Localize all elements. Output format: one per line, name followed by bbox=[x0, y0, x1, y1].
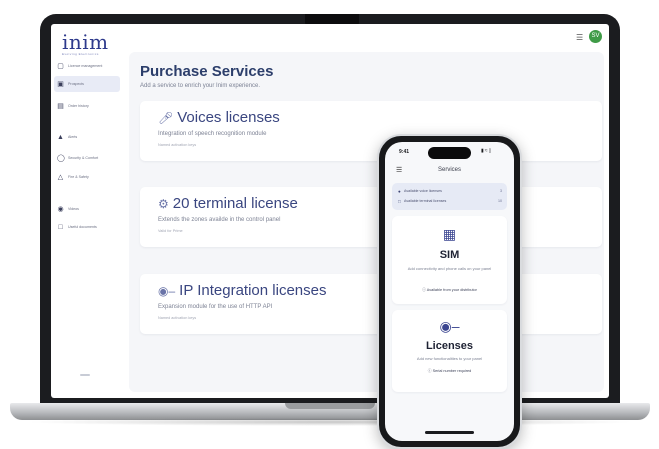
briefcase-icon: ▣ bbox=[57, 80, 64, 88]
available-count: 10 bbox=[498, 199, 502, 203]
card-note: Named activation keys bbox=[158, 143, 197, 147]
sim-card-icon: ▦ bbox=[442, 226, 457, 242]
home-indicator[interactable] bbox=[425, 431, 474, 434]
card-title: ◉– IP Integration licenses bbox=[158, 282, 326, 299]
avatar[interactable]: SV bbox=[589, 30, 602, 43]
shield-icon: ◯ bbox=[57, 154, 65, 162]
sidebar-item-licence-management[interactable]: ▢ Licence management bbox=[54, 58, 120, 74]
sidebar-item-useful-documents[interactable]: □ Useful documents bbox=[54, 219, 120, 235]
microphone-icon: 🎤︎ bbox=[158, 110, 174, 125]
card-note: Named activation keys bbox=[158, 316, 197, 320]
card-note: Valid for Prime bbox=[158, 229, 183, 233]
sidebar-item-label: Fire & Safety bbox=[68, 175, 89, 179]
card-description: Integration of speech recognition module bbox=[158, 131, 267, 137]
available-licenses-panel: ● Available voice licenses 3 □ Available… bbox=[392, 183, 507, 210]
sidebar-item-prospects[interactable]: ▣ Prospects bbox=[54, 76, 120, 92]
grid-menu-icon[interactable]: ☰ bbox=[576, 33, 583, 42]
available-count: 3 bbox=[500, 189, 502, 193]
card-title-text: Voices licenses bbox=[177, 109, 280, 126]
sidebar-item-label: Prospects bbox=[68, 82, 84, 86]
phone-card-note: ⓘ Serial number required bbox=[392, 369, 507, 374]
license-icon: ▢ bbox=[57, 62, 64, 70]
sidebar-item-label: Videos bbox=[68, 207, 79, 211]
info-icon: ⓘ bbox=[422, 288, 426, 292]
sidebar-scrollbar[interactable] bbox=[80, 374, 90, 376]
laptop-base-notch bbox=[285, 403, 375, 409]
laptop-screen: inim Evolving Electronics ☰ SV ▢ Licence… bbox=[51, 24, 609, 398]
card-title-text: 20 terminal license bbox=[172, 195, 298, 212]
document-icon: □ bbox=[58, 223, 63, 231]
phone-bezel: 9:41 ▮≈▯ ☰ Services ● Available voice li… bbox=[379, 136, 520, 447]
phone-card-licenses[interactable]: ◉– Licenses Add new functionalities to y… bbox=[392, 310, 507, 392]
phone-card-description: Add connectivity and phone calls on your… bbox=[407, 266, 492, 271]
dynamic-island bbox=[428, 147, 471, 159]
sidebar-item-alerts[interactable]: ▲ Alerts bbox=[54, 129, 120, 145]
sidebar-item-label: Security & Comfort bbox=[68, 156, 99, 160]
sidebar-item-label: Useful documents bbox=[68, 225, 97, 229]
status-icons: ▮≈▯ bbox=[481, 148, 492, 154]
sidebar-item-videos[interactable]: ◉ Videos bbox=[54, 201, 120, 217]
sidebar-item-label: Order history bbox=[68, 104, 89, 108]
key-icon: ◉– bbox=[439, 318, 460, 334]
laptop-shadow bbox=[24, 418, 636, 426]
card-description: Expansion module for the use of HTTP API bbox=[158, 304, 273, 310]
sidebar-item-label: Licence management bbox=[68, 64, 103, 68]
logo-text: inim bbox=[62, 30, 109, 54]
phone-card-title: SIM bbox=[439, 249, 460, 261]
history-icon: ▤ bbox=[57, 102, 64, 110]
phone-card-description: Add new functionalities to your panel bbox=[416, 356, 483, 361]
info-icon: ⓘ bbox=[427, 369, 432, 373]
available-row[interactable]: □ Available terminal licenses 10 bbox=[398, 199, 502, 204]
phone-card-note-text: Available from your distributor bbox=[426, 288, 477, 292]
sidebar-item-fire-safety[interactable]: △ Fire & Safety bbox=[54, 169, 120, 185]
sidebar: ▢ Licence management ▣ Prospects ▤ Order… bbox=[51, 58, 123, 388]
bell-icon: ▲ bbox=[57, 133, 64, 141]
phone-card-note: ⓘ Available from your distributor bbox=[392, 288, 507, 293]
puzzle-icon: ⚙ bbox=[158, 196, 169, 211]
available-label: Available terminal licenses bbox=[404, 199, 447, 203]
key-icon: ◉– bbox=[158, 283, 176, 298]
page-title: Purchase Services bbox=[140, 63, 274, 80]
phone-card-note-text: Serial number required bbox=[432, 369, 472, 373]
sidebar-item-order-history[interactable]: ▤ Order history bbox=[54, 98, 120, 114]
status-time: 9:41 bbox=[399, 149, 410, 155]
flame-icon: △ bbox=[57, 173, 64, 181]
phone-screen: 9:41 ▮≈▯ ☰ Services ● Available voice li… bbox=[385, 142, 514, 441]
video-icon: ◉ bbox=[57, 205, 64, 213]
logo-subtitle: Evolving Electronics bbox=[62, 52, 99, 56]
card-title: 🎤︎ Voices licenses bbox=[158, 109, 280, 126]
card-title: ⚙ 20 terminal license bbox=[158, 195, 298, 212]
phone-card-title: Licenses bbox=[425, 340, 474, 352]
phone-card-sim[interactable]: ▦ SIM Add connectivity and phone calls o… bbox=[392, 216, 507, 304]
phone-header-title: Services bbox=[437, 167, 461, 173]
service-card-terminal-license[interactable]: ⚙ 20 terminal license Extends the zones … bbox=[140, 187, 602, 247]
page-subtitle: Add a service to enrich your Inim experi… bbox=[140, 83, 261, 89]
battery-icon: ▯ bbox=[488, 148, 493, 154]
service-card-voices-licenses[interactable]: 🎤︎ Voices licenses Integration of speech… bbox=[140, 101, 602, 161]
available-label: Available voice licenses bbox=[404, 189, 442, 193]
sidebar-item-security-comfort[interactable]: ◯ Security & Comfort bbox=[54, 150, 120, 166]
service-card-ip-integration[interactable]: ◉– IP Integration licenses Expansion mod… bbox=[140, 274, 602, 334]
card-description: Extends the zones availde in the control… bbox=[158, 217, 281, 223]
phone-frame: 9:41 ▮≈▯ ☰ Services ● Available voice li… bbox=[377, 134, 522, 449]
card-title-text: IP Integration licenses bbox=[179, 282, 327, 299]
sidebar-item-label: Alerts bbox=[68, 135, 78, 139]
inim-logo[interactable]: inim Evolving Electronics bbox=[62, 30, 122, 56]
available-row[interactable]: ● Available voice licenses 3 bbox=[398, 189, 502, 194]
